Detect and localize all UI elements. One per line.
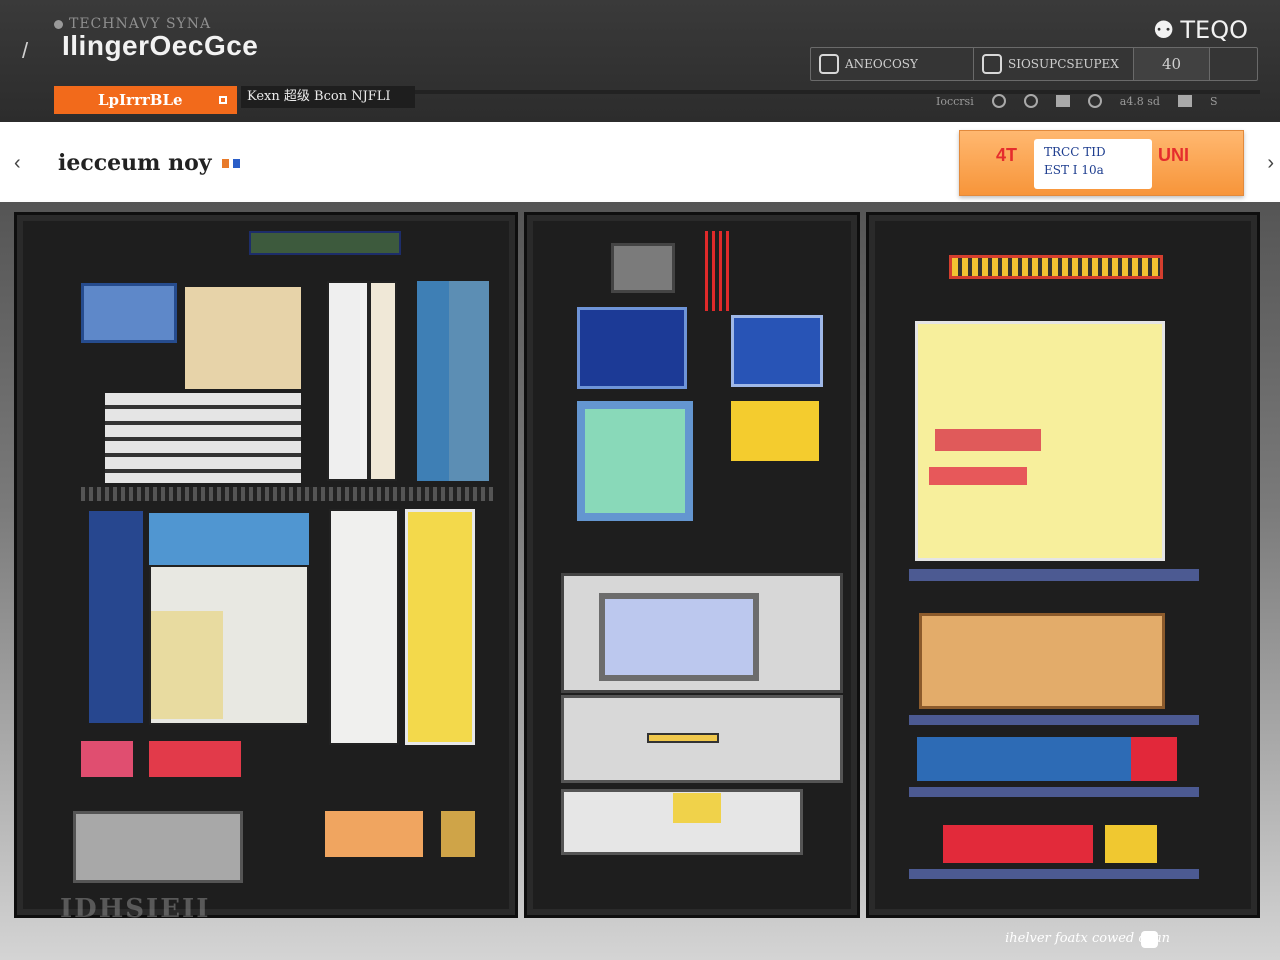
rack-psu-yellow bbox=[1105, 825, 1157, 863]
rack-connector-bank bbox=[949, 255, 1163, 279]
rack-switch-blue bbox=[917, 737, 1131, 781]
tab-secondary[interactable]: Kexn 超级 Bcon NJFLI bbox=[241, 86, 415, 108]
rack-label-yellow bbox=[673, 793, 721, 823]
monitor-icon bbox=[819, 54, 839, 74]
rack-module-orange bbox=[325, 811, 423, 857]
rack-panel-beige bbox=[185, 287, 301, 389]
user-icon: ⚉ bbox=[1152, 16, 1175, 44]
server-rack-left[interactable] bbox=[14, 212, 518, 918]
globe-icon[interactable] bbox=[1087, 94, 1102, 108]
toolbar-value: a4.8 sd bbox=[1119, 94, 1160, 108]
display-icon bbox=[982, 54, 1002, 74]
account-label: TEQO bbox=[1180, 16, 1248, 44]
badge-blue-icon bbox=[232, 158, 240, 168]
rack-handle[interactable] bbox=[647, 733, 719, 743]
rack-bar-red-2 bbox=[929, 467, 1027, 485]
rack-module-pink bbox=[81, 741, 133, 777]
segment-label: ANEOCOSY bbox=[845, 57, 918, 71]
badge-orange-icon bbox=[221, 158, 229, 168]
segment-label: SIOSUPCSEUPEX bbox=[1008, 57, 1119, 71]
brand-title: IlingerOecGce bbox=[62, 30, 259, 61]
panel-icon[interactable] bbox=[1177, 95, 1192, 107]
rack-screen-navy bbox=[577, 307, 687, 389]
toolbar-value-right: S bbox=[1209, 94, 1218, 108]
rack-rail-3 bbox=[909, 787, 1199, 797]
rack-screen bbox=[81, 283, 177, 343]
rack-module-red bbox=[149, 741, 241, 777]
rack-switch-red bbox=[1131, 737, 1177, 781]
chevron-right-icon[interactable]: › bbox=[1267, 152, 1274, 175]
server-rack-center[interactable] bbox=[524, 212, 860, 918]
promo-right-text: UNI bbox=[1158, 145, 1189, 165]
status-dot-icon bbox=[54, 19, 63, 29]
rack-blade-2 bbox=[369, 281, 397, 481]
rack-panel-yellow bbox=[405, 509, 475, 745]
rack-viewer: IDHSIEII ihelver foatx cowed oean bbox=[0, 202, 1280, 960]
segment-empty[interactable] bbox=[1210, 48, 1257, 80]
rack-rail-4 bbox=[909, 869, 1199, 879]
section-badges bbox=[221, 158, 240, 168]
tab-active[interactable]: LpIrrrBLe bbox=[54, 86, 237, 114]
rack-screen-mint bbox=[577, 401, 693, 521]
rack-crate bbox=[919, 613, 1165, 709]
rack-blade-3 bbox=[329, 509, 399, 745]
rack-camera-panel bbox=[611, 243, 675, 293]
rack-blade-blue bbox=[417, 281, 449, 481]
rack-rail-1 bbox=[909, 569, 1199, 581]
rack-psu-red bbox=[943, 825, 1093, 863]
tab-close-icon[interactable] bbox=[219, 96, 227, 104]
rack-status-display bbox=[249, 231, 401, 255]
rack-terminal-screen bbox=[599, 593, 759, 681]
view-switcher: ANEOCOSY SIOSUPCSEUPEX 40 bbox=[810, 47, 1258, 81]
sync-icon[interactable] bbox=[1023, 94, 1038, 108]
rack-screen-blue bbox=[731, 315, 823, 387]
rack-rail-2 bbox=[909, 715, 1199, 725]
toolbar-label: Ioccrsi bbox=[936, 94, 974, 108]
segment-inspector[interactable]: SIOSUPCSEUPEX bbox=[974, 48, 1134, 80]
promo-card: TRCC TID EST I 10a bbox=[1034, 139, 1152, 189]
refresh-icon[interactable] bbox=[991, 94, 1006, 108]
promo-left-text: 4T bbox=[996, 145, 1018, 165]
app-header: TECHNAVY SYNA / IlingerOecGce ⚉ TEQO ANE… bbox=[0, 0, 1280, 122]
footer-toggle-checkbox[interactable] bbox=[1141, 931, 1158, 948]
segment-overview[interactable]: ANEOCOSY bbox=[811, 48, 974, 80]
promo-banner[interactable]: 4T TRCC TID EST I 10a UNI bbox=[959, 130, 1244, 196]
server-rack-right[interactable] bbox=[866, 212, 1260, 918]
toolbar: Ioccrsi a4.8 sd S bbox=[936, 94, 1218, 108]
rack-panel-cream bbox=[151, 611, 223, 719]
rack-footer-label: IDHSIEII bbox=[60, 894, 211, 924]
window-icon[interactable] bbox=[1055, 95, 1070, 107]
tab-label: LpIrrrBLe bbox=[98, 91, 183, 109]
segment-count[interactable]: 40 bbox=[1134, 48, 1210, 80]
rack-blade-1 bbox=[327, 281, 369, 481]
promo-line-1: TRCC TID bbox=[1044, 145, 1106, 159]
rack-drive-bays bbox=[105, 393, 301, 483]
rack-panel-sky bbox=[149, 513, 309, 565]
rack-module-blue bbox=[89, 511, 143, 723]
promo-line-2: EST I 10a bbox=[1044, 163, 1104, 177]
menu-slash-icon[interactable]: / bbox=[22, 38, 28, 64]
rack-bar-red-1 bbox=[935, 429, 1041, 451]
rack-blade-steel bbox=[449, 281, 489, 481]
rack-vent-strip bbox=[81, 487, 493, 501]
account-menu[interactable]: ⚉ TEQO bbox=[1153, 16, 1248, 44]
section-title: iecceum noy bbox=[58, 150, 240, 176]
rack-cables-red bbox=[705, 231, 733, 311]
rack-drawer bbox=[73, 811, 243, 883]
section-title-text: iecceum noy bbox=[58, 150, 212, 176]
rack-module-gold bbox=[441, 811, 475, 857]
rack-panel-yellow-2 bbox=[731, 401, 819, 461]
chevron-left-icon[interactable]: ‹ bbox=[14, 152, 21, 175]
segment-label: 40 bbox=[1161, 55, 1182, 73]
